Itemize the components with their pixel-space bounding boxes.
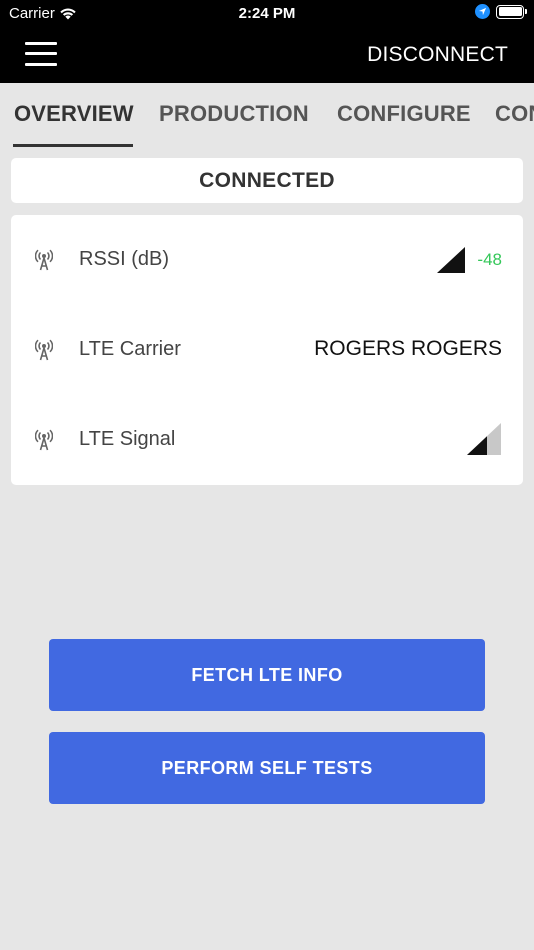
- rssi-label: RSSI (dB): [79, 248, 170, 270]
- connection-status-card: CONNECTED: [11, 158, 523, 203]
- perform-self-tests-button[interactable]: PERFORM SELF TESTS: [49, 732, 485, 804]
- tab-bar: OVERVIEW PRODUCTION CONFIGURE CONFIGURAT…: [0, 83, 534, 149]
- tab-production[interactable]: PRODUCTION: [159, 101, 309, 127]
- antenna-icon: [35, 429, 53, 451]
- lte-signal-label: LTE Signal: [79, 428, 176, 450]
- lte-info-card: RSSI (dB) -48 LTE Carrier ROGERS ROGERS …: [11, 215, 523, 485]
- status-right-icons: [475, 4, 527, 19]
- lte-signal-bars-icon: [467, 423, 501, 455]
- battery-fill: [498, 7, 522, 16]
- fetch-lte-info-button[interactable]: FETCH LTE INFO: [49, 639, 485, 711]
- active-tab-indicator: [13, 144, 133, 147]
- tab-configuration[interactable]: CONFIGURATION: [495, 101, 534, 127]
- info-row-lte-signal: LTE Signal: [11, 395, 523, 485]
- info-row-rssi: RSSI (dB) -48: [11, 215, 523, 305]
- tab-configure[interactable]: CONFIGURE: [337, 101, 471, 127]
- antenna-icon: [35, 249, 53, 271]
- disconnect-button[interactable]: DISCONNECT: [367, 43, 508, 67]
- perform-self-tests-label: PERFORM SELF TESTS: [161, 757, 373, 778]
- rssi-value: -48: [477, 250, 502, 269]
- connection-status: CONNECTED: [199, 168, 335, 192]
- lte-carrier-value: ROGERS ROGERS: [314, 337, 502, 360]
- antenna-icon: [35, 339, 53, 361]
- lte-carrier-label: LTE Carrier: [79, 338, 181, 360]
- signal-strength-icon: [437, 247, 465, 273]
- fetch-lte-info-label: FETCH LTE INFO: [191, 664, 343, 685]
- status-time: 2:24 PM: [238, 5, 296, 22]
- top-app-bar: Carrier 2:24 PM DISCONNECT: [0, 0, 534, 83]
- hamburger-menu-icon[interactable]: [25, 42, 57, 66]
- status-bar: Carrier 2:24 PM: [0, 0, 534, 28]
- tab-overview[interactable]: OVERVIEW: [14, 101, 134, 127]
- location-icon: [475, 4, 490, 19]
- battery-icon: [496, 4, 527, 19]
- info-row-lte-carrier: LTE Carrier ROGERS ROGERS: [11, 305, 523, 395]
